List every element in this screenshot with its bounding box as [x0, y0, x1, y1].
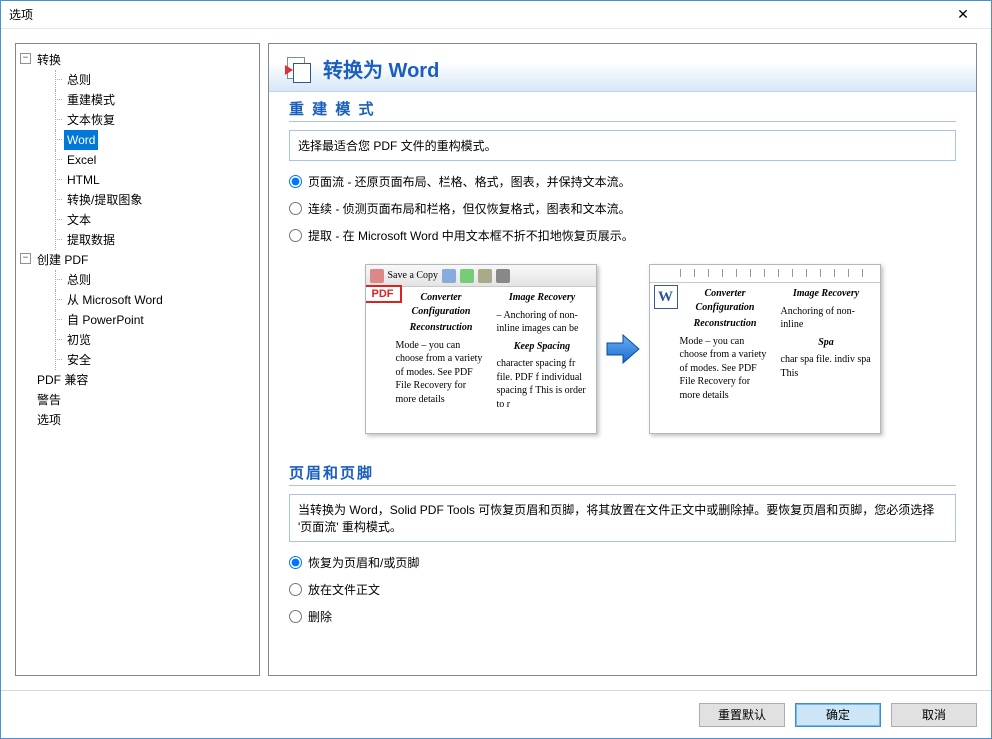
radio-option-exact[interactable]: 提取 - 在 Microsoft Word 中用文本框不折不扣地恢复页展示。: [289, 227, 956, 244]
email-icon: [460, 269, 474, 283]
word-ruler: [650, 265, 880, 283]
radio-input[interactable]: [289, 229, 302, 242]
toolbar-icon: [370, 269, 384, 283]
radio-label: 恢复为页眉和/或页脚: [308, 554, 419, 571]
nav-tree[interactable]: −转换总则重建模式文本恢复WordExcelHTML转换/提取图象文本提取数据−…: [20, 50, 255, 430]
conversion-arrow-icon: [605, 331, 641, 367]
pdf-toolbar: Save a Copy: [366, 265, 596, 287]
tree-item[interactable]: 文本恢复: [64, 110, 118, 130]
radio-input[interactable]: [289, 610, 302, 623]
pdf-badge: PDF: [365, 285, 402, 303]
print-icon: [442, 269, 456, 283]
tree-item[interactable]: 从 Microsoft Word: [64, 290, 166, 310]
tree-item[interactable]: 创建 PDF: [34, 250, 91, 270]
radio-label: 提取 - 在 Microsoft Word 中用文本框不折不扣地恢复页展示。: [308, 227, 634, 244]
section-reconstruction-mode: 重 建 模 式 选择最适合您 PDF 文件的重构模式。 页面流 - 还原页面布局…: [269, 92, 976, 456]
tree-toggle[interactable]: −: [20, 53, 31, 64]
close-button[interactable]: ✕: [943, 2, 983, 28]
radio-option-cont[interactable]: 连续 - 侦测页面布局和栏格，但仅恢复格式，图表和文本流。: [289, 200, 956, 217]
page-header: 转换为 Word: [269, 44, 976, 92]
main-panel: 转换为 Word 重 建 模 式 选择最适合您 PDF 文件的重构模式。 页面流…: [268, 43, 977, 676]
tree-item[interactable]: Word: [64, 130, 98, 150]
tree-item[interactable]: Excel: [64, 150, 99, 170]
tree-item[interactable]: 提取数据: [64, 230, 118, 250]
radio-option-flow[interactable]: 页面流 - 还原页面布局、栏格、格式，图表，并保持文本流。: [289, 173, 956, 190]
tree-item[interactable]: HTML: [64, 170, 103, 190]
tree-item[interactable]: 自 PowerPoint: [64, 310, 147, 330]
radio-label: 连续 - 侦测页面布局和栏格，但仅恢复格式，图表和文本流。: [308, 200, 631, 217]
tree-item[interactable]: 文本: [64, 210, 94, 230]
preview-illustration: Save a Copy PDF Converter Configuration …: [289, 254, 956, 452]
section-title: 重 建 模 式: [289, 98, 956, 122]
word-badge: W: [654, 285, 678, 309]
radio-input[interactable]: [289, 175, 302, 188]
radio-input[interactable]: [289, 202, 302, 215]
options-window: 选项 ✕ −转换总则重建模式文本恢复WordExcelHTML转换/提取图象文本…: [0, 0, 992, 739]
tree-item[interactable]: 转换: [34, 50, 64, 70]
word-body-text: Converter Configuration Reconstruction M…: [650, 283, 880, 406]
cancel-button[interactable]: 取消: [891, 703, 977, 727]
save-copy-label: Save a Copy: [388, 270, 439, 281]
search-icon: [478, 269, 492, 283]
nav-tree-panel: −转换总则重建模式文本恢复WordExcelHTML转换/提取图象文本提取数据−…: [15, 43, 260, 676]
radio-option-hf2[interactable]: 放在文件正文: [289, 581, 956, 598]
tree-item[interactable]: 安全: [64, 350, 94, 370]
tree-item[interactable]: 警告: [34, 390, 64, 410]
section-description: 当转换为 Word，Solid PDF Tools 可恢复页眉和页脚，将其放置在…: [289, 494, 956, 542]
convert-to-word-icon: [285, 55, 313, 83]
tree-item[interactable]: 初览: [64, 330, 94, 350]
word-preview-thumb: W Converter Configuration Reconstruction…: [649, 264, 881, 434]
titlebar: 选项 ✕: [1, 1, 991, 29]
section-header-footer: 页眉和页脚 当转换为 Word，Solid PDF Tools 可恢复页眉和页脚…: [269, 456, 976, 639]
pdf-preview-thumb: Save a Copy PDF Converter Configuration …: [365, 264, 597, 434]
tree-item[interactable]: 重建模式: [64, 90, 118, 110]
radio-label: 放在文件正文: [308, 581, 380, 598]
radio-label: 删除: [308, 608, 332, 625]
tree-item[interactable]: 总则: [64, 70, 94, 90]
tree-item[interactable]: 选项: [34, 410, 64, 430]
radio-option-hf3[interactable]: 删除: [289, 608, 956, 625]
pdf-body-text: Converter Configuration Reconstruction M…: [366, 287, 596, 417]
section-title: 页眉和页脚: [289, 462, 956, 486]
ok-button[interactable]: 确定: [795, 703, 881, 727]
content-area: −转换总则重建模式文本恢复WordExcelHTML转换/提取图象文本提取数据−…: [1, 29, 991, 690]
window-title: 选项: [9, 6, 943, 23]
tree-item[interactable]: PDF 兼容: [34, 370, 91, 390]
radio-label: 页面流 - 还原页面布局、栏格、格式，图表，并保持文本流。: [308, 173, 631, 190]
reset-defaults-button[interactable]: 重置默认: [699, 703, 785, 727]
page-title: 转换为 Word: [323, 54, 439, 83]
section-description: 选择最适合您 PDF 文件的重构模式。: [289, 130, 956, 161]
radio-input[interactable]: [289, 583, 302, 596]
radio-option-hf1[interactable]: 恢复为页眉和/或页脚: [289, 554, 956, 571]
binoculars-icon: [496, 269, 510, 283]
tree-item[interactable]: 总则: [64, 270, 94, 290]
radio-input[interactable]: [289, 556, 302, 569]
tree-toggle[interactable]: −: [20, 253, 31, 264]
button-bar: 重置默认 确定 取消: [1, 690, 991, 738]
tree-item[interactable]: 转换/提取图象: [64, 190, 145, 210]
